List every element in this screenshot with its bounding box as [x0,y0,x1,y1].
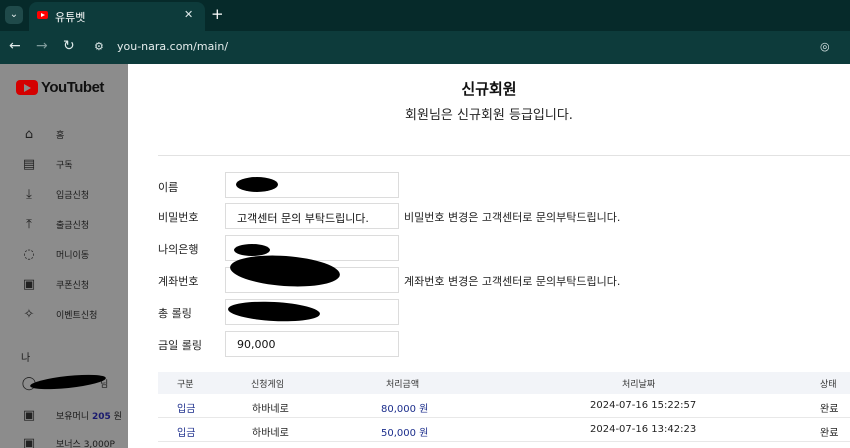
sidebar-item-deposit[interactable]: ⤓ 입금신청 [0,181,128,209]
game-cell: 하바네로 [252,428,289,439]
table-row[interactable]: 입금 하바네로 80,000 원 2024-07-16 15:22:57 완료 [158,394,850,418]
transfer-icon: ◌ [23,247,35,262]
play-logo-icon [16,80,38,95]
sidebar-item-label: 이벤트신청 [56,311,98,321]
sidebar-item-subscriptions[interactable]: ▤ 구독 [0,151,128,179]
incognito-icon[interactable]: ◎ [820,40,830,53]
bonus-icon: ▣ [22,436,36,448]
home-icon: ⌂ [24,127,34,142]
today-rolling-label: 금일 롤링 [158,339,202,352]
sidebar-item-label: 입금신청 [56,191,90,201]
upload-icon: ⤒ [26,217,32,232]
name-label: 이름 [158,181,179,194]
reload-icon[interactable]: ↻ [63,38,75,54]
status-cell: 완료 [820,428,839,439]
sidebar-item-bonus[interactable]: ▣ 보너스 3,000P [0,430,128,448]
type-cell: 입금 [177,404,196,415]
sidebar-item-label: 출금신청 [56,221,90,231]
redaction-scribble [236,177,278,192]
page-subtitle: 회원님은 신규회원 등급입니다. [405,108,573,123]
type-cell: 입금 [177,428,196,439]
subscriptions-icon: ▤ [22,157,36,172]
page-title: 신규회원 [461,80,517,98]
sidebar-item-home[interactable]: ⌂ 홈 [0,121,128,149]
download-icon: ⤓ [26,187,32,202]
party-icon: ✧ [23,307,35,322]
column-header: 처리날짜 [622,380,656,390]
tab-search-button[interactable]: ⌄ [5,6,23,24]
main-content: 신규회원 회원님은 신규회원 등급입니다. 이름 비밀번호 고객센터 문의 부탁… [128,64,850,448]
total-rolling-label: 총 롤링 [158,307,192,320]
table-header: 구분 신청게임 처리금액 처리날짜 상태 [158,372,850,394]
column-header: 상태 [820,380,837,390]
new-tab-button[interactable]: + [211,5,224,23]
close-tab-icon[interactable]: ✕ [184,8,193,21]
bank-label: 나의은행 [158,243,199,256]
sidebar-item-withdraw[interactable]: ⤒ 출금신청 [0,211,128,239]
sidebar-item-coupon[interactable]: ▣ 쿠폰신청 [0,271,128,299]
sidebar-item-label: 머니이동 [56,251,90,261]
date-cell: 2024-07-16 13:42:23 [590,424,697,435]
sidebar-item-event[interactable]: ✧ 이벤트신청 [0,301,128,329]
column-header: 신청게임 [251,380,285,390]
section-heading-me: 나 [21,353,31,364]
sidebar-item-money[interactable]: ▣ 보유머니 205 원 [0,402,128,430]
money-value: 205 [92,412,111,422]
browser-toolbar: ← → ↻ ⚙ you-nara.com/main/ ◎ [0,31,850,64]
bonus-label: 보너스 3,000P [56,440,115,448]
sidebar-item-label: 쿠폰신청 [56,281,90,291]
forward-arrow-icon[interactable]: → [36,38,48,54]
password-label: 비밀번호 [158,211,199,224]
browser-tab-bar: ⌄ 유튜벳 ✕ + [0,0,850,31]
redaction-scribble [234,244,270,256]
divider [158,155,850,156]
status-cell: 완료 [820,404,839,415]
column-header: 처리금액 [386,380,420,390]
account-note: 계좌번호 변경은 고객센터로 문의부탁드립니다. [404,275,621,288]
address-bar[interactable]: you-nara.com/main/ [117,40,228,53]
youtube-favicon-icon [37,11,48,19]
coupon-icon: ▣ [22,277,36,292]
date-cell: 2024-07-16 15:22:57 [590,400,697,411]
tab-title: 유튜벳 [55,11,86,24]
game-cell: 하바네로 [252,404,289,415]
password-field[interactable]: 고객센터 문의 부탁드립니다. [225,203,399,229]
account-label: 계좌번호 [158,275,199,288]
sidebar: YouTubet ⌂ 홈 ▤ 구독 ⤓ 입금신청 ⤒ 출금신청 ◌ 머니이동 ▣… [0,64,128,448]
column-header: 구분 [177,380,194,390]
sidebar-item-transfer[interactable]: ◌ 머니이동 [0,241,128,269]
logo-text: YouTubet [41,79,104,96]
sidebar-item-label: 홈 [56,131,65,141]
amount-cell: 80,000 원 [381,404,429,415]
back-arrow-icon[interactable]: ← [9,38,21,54]
money-label: 보유머니 205 원 [56,412,122,422]
amount-cell: 50,000 원 [381,428,429,439]
sidebar-item-label: 구독 [56,161,73,171]
today-rolling-field[interactable]: 90,000 [225,331,399,357]
table-row[interactable]: 입금 하바네로 50,000 원 2024-07-16 13:42:23 완료 [158,418,850,442]
wallet-icon: ▣ [22,408,36,423]
password-note: 비밀번호 변경은 고객센터로 문의부탁드립니다. [404,211,621,224]
browser-tab[interactable]: 유튜벳 ✕ [29,2,205,31]
site-info-icon[interactable]: ⚙ [94,40,104,53]
